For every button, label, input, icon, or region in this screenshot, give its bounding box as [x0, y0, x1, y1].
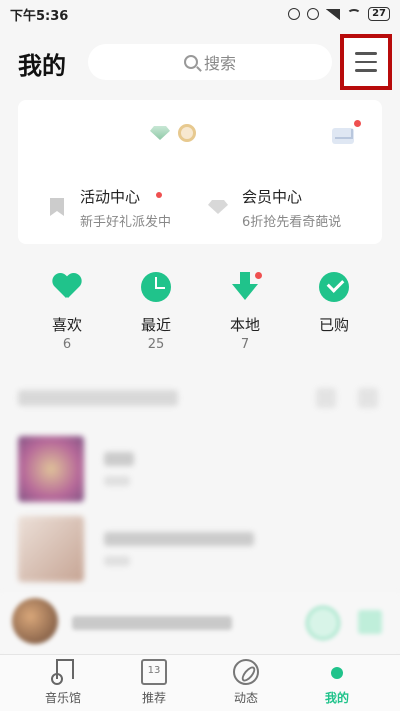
- playlist-count: [104, 476, 130, 486]
- menu-button[interactable]: [340, 34, 392, 90]
- quick-label: 本地: [229, 316, 260, 334]
- signal-icon: [326, 8, 341, 20]
- song-cover: [12, 598, 58, 644]
- status-bar: 下午5:36 27: [0, 0, 400, 28]
- battery-icon: 27: [368, 7, 390, 21]
- hamburger-icon-line: [355, 69, 377, 72]
- alarm-icon: [307, 8, 320, 20]
- heart-icon: [52, 272, 82, 302]
- sync-icon: [288, 8, 301, 20]
- quick-purchased[interactable]: 已购: [304, 272, 364, 337]
- quick-local[interactable]: 本地 7: [215, 272, 275, 352]
- quick-label: 最近: [140, 316, 171, 334]
- profile-dot-icon: [331, 667, 343, 679]
- calendar-icon: 13: [141, 659, 167, 685]
- tab-label: 音乐馆: [44, 691, 81, 705]
- playlist-cover: [18, 436, 84, 502]
- vip-diamond-icon: [208, 200, 228, 214]
- tab-label: 我的: [324, 691, 349, 705]
- hamburger-icon-line: [355, 60, 377, 64]
- mini-player[interactable]: [0, 592, 400, 654]
- list-item[interactable]: [18, 516, 384, 582]
- search-icon: [183, 55, 198, 69]
- vip-center-title: 会员中心: [242, 188, 303, 206]
- tab-bar: 音乐馆 13 推荐 动态 我的: [0, 654, 400, 711]
- bookmark-icon: [50, 198, 64, 216]
- header: 我的 搜索: [0, 34, 400, 90]
- quick-count: 25: [147, 337, 165, 352]
- status-icons: 27: [288, 7, 390, 21]
- quick-label: 喜欢: [51, 316, 82, 334]
- compass-icon: [233, 659, 259, 685]
- level-badge-icon: [178, 124, 196, 142]
- quick-like[interactable]: 喜欢 6: [37, 272, 97, 352]
- song-title: [72, 616, 232, 630]
- profile-card: 活动中心 新手好礼派发中 会员中心 6折抢先看奇葩说: [18, 100, 382, 244]
- activity-center-subtitle: 新手好礼派发中: [80, 215, 172, 230]
- music-note-icon: [50, 659, 76, 685]
- search-placeholder: 搜索: [203, 54, 236, 73]
- vip-center-subtitle: 6折抢先看奇葩说: [242, 215, 342, 230]
- playlist-count: [104, 556, 130, 566]
- diamond-icon: [150, 126, 170, 140]
- wifi-icon: [347, 9, 362, 19]
- quick-count: 7: [240, 337, 250, 352]
- activity-center-title: 活动中心: [80, 188, 141, 206]
- check-icon: [319, 272, 349, 302]
- mail-icon[interactable]: [332, 128, 354, 144]
- playlist-section: [0, 380, 400, 590]
- activity-dot: [156, 192, 162, 198]
- playlist-header: [18, 390, 178, 406]
- tab-label: 动态: [233, 691, 258, 705]
- tab-mine[interactable]: 我的: [302, 659, 372, 706]
- more-icon[interactable]: [358, 388, 378, 408]
- page-title: 我的: [18, 52, 66, 80]
- tab-label: 推荐: [141, 691, 166, 705]
- playlist-name: [104, 532, 254, 546]
- add-icon[interactable]: [316, 388, 336, 408]
- profile-area[interactable]: [18, 100, 382, 168]
- tab-music-hall[interactable]: 音乐馆: [28, 659, 98, 706]
- status-time: 下午5:36: [10, 8, 69, 24]
- play-icon[interactable]: [306, 606, 340, 640]
- tab-feed[interactable]: 动态: [211, 659, 281, 706]
- quick-label: 已购: [318, 316, 349, 334]
- hamburger-icon-line: [355, 52, 377, 55]
- notification-dot: [354, 120, 361, 127]
- playlist-cover: [18, 516, 84, 582]
- clock-icon: [141, 272, 171, 302]
- quick-recent[interactable]: 最近 25: [126, 272, 186, 352]
- tab-recommend[interactable]: 13 推荐: [119, 659, 189, 706]
- playlist-name: [104, 452, 134, 466]
- local-dot: [255, 272, 262, 279]
- playlist-icon[interactable]: [358, 610, 382, 634]
- quick-count: 6: [62, 337, 72, 352]
- list-item[interactable]: [18, 436, 384, 502]
- search-bar[interactable]: 搜索: [88, 44, 332, 80]
